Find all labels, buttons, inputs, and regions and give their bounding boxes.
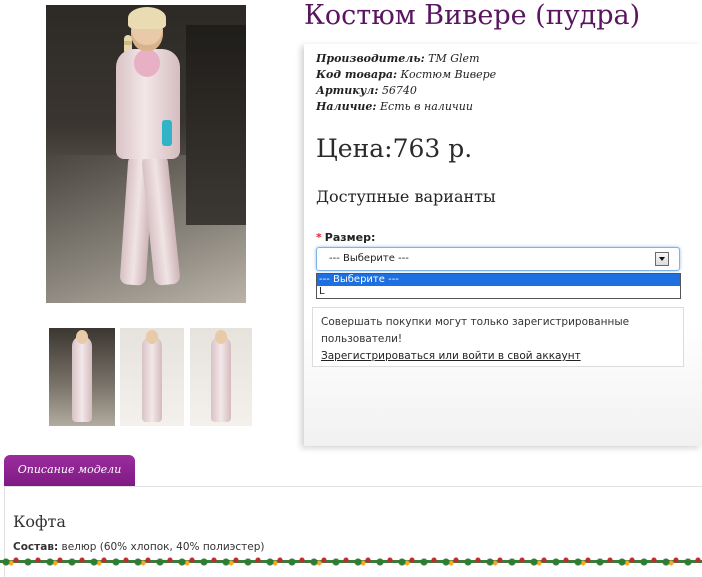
composition-value: велюр (60% хлопок, 40% полиэстер) xyxy=(61,541,265,553)
size-option[interactable]: --- Выберите --- xyxy=(317,274,680,286)
composition-label: Состав: xyxy=(13,541,59,553)
product-title: Костюм Вивере (пудра) xyxy=(304,0,641,31)
product-thumbnail-3[interactable] xyxy=(190,328,252,426)
variants-heading: Доступные варианты xyxy=(316,187,496,206)
spec-value: Есть в наличии xyxy=(380,100,473,113)
spec-label: Артикул: xyxy=(316,84,379,97)
spec-availability: Наличие: Есть в наличии xyxy=(316,100,473,113)
spec-label: Код товара: xyxy=(316,68,398,81)
product-thumbnail-2[interactable] xyxy=(120,328,184,426)
spec-value: 56740 xyxy=(381,84,417,97)
decorative-garland xyxy=(0,556,702,566)
product-main-image[interactable] xyxy=(46,5,246,303)
description-title: Кофта xyxy=(13,512,66,531)
spec-article: Артикул: 56740 xyxy=(316,84,417,97)
register-login-link[interactable]: Зарегистрироваться или войти в свой акка… xyxy=(321,350,581,362)
spec-label: Производитель: xyxy=(316,52,425,65)
product-price: Цена:763 р. xyxy=(316,134,473,163)
login-notice-text: Совершать покупки могут только зарегистр… xyxy=(321,316,630,345)
spec-product-code: Код товара: Костюм Вивере xyxy=(316,68,496,81)
spec-value: ТМ Glem xyxy=(428,52,480,65)
description-composition: Состав: велюр (60% хлопок, 40% полиэстер… xyxy=(13,541,265,553)
size-label: * Размер: xyxy=(316,231,375,244)
product-thumbnail-1[interactable] xyxy=(49,328,115,426)
required-mark: * xyxy=(316,231,322,244)
spec-value: Костюм Вивере xyxy=(400,68,497,81)
size-select-value: --- Выберите --- xyxy=(329,253,409,264)
chevron-down-icon[interactable] xyxy=(655,252,669,266)
size-dropdown-list[interactable]: --- Выберите --- L xyxy=(316,273,681,299)
tab-model-description[interactable]: Описание модели xyxy=(4,455,135,486)
size-label-text: Размер: xyxy=(324,231,376,244)
spec-label: Наличие: xyxy=(316,100,377,113)
spec-manufacturer: Производитель: ТМ Glem xyxy=(316,52,480,65)
login-notice: Совершать покупки могут только зарегистр… xyxy=(312,307,684,367)
size-option[interactable]: L xyxy=(317,286,680,298)
size-select[interactable]: --- Выберите --- xyxy=(316,247,680,271)
